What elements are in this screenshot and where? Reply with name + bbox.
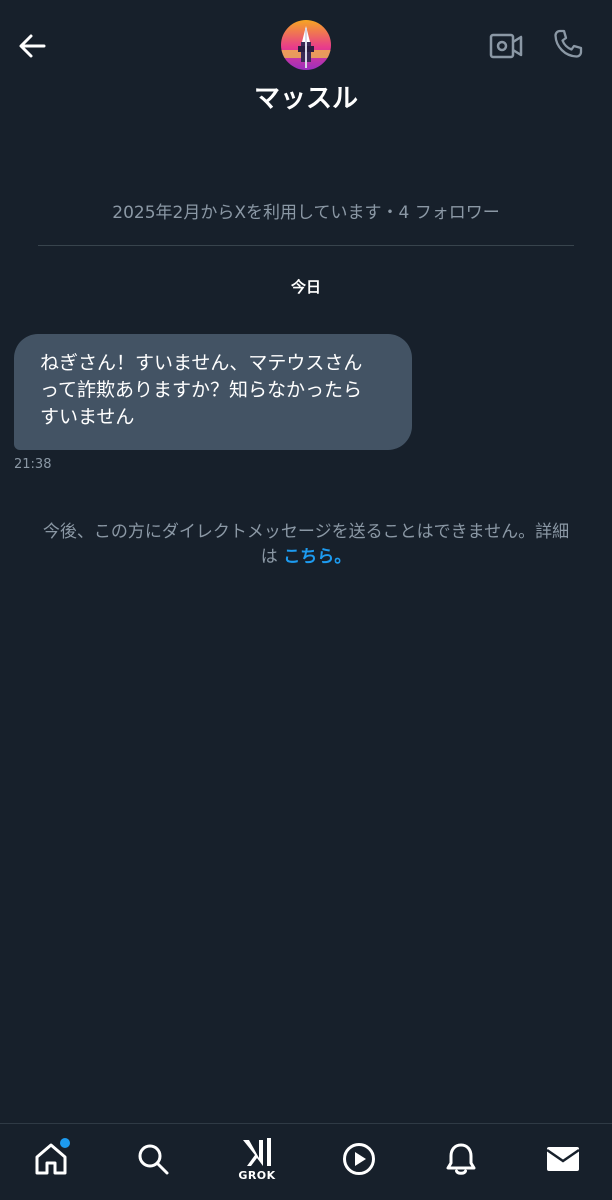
notice-text: 今後、この方にダイレクトメッセージを送ることはできません。詳細: [42, 522, 570, 542]
message-text-line: ねぎさん！すいません、マテウスさん: [40, 352, 363, 374]
message-text-line: すいません: [40, 406, 135, 428]
video-call-icon: [489, 33, 523, 59]
bottom-navigation: GROK: [0, 1123, 612, 1200]
nav-grok[interactable]: GROK: [232, 1134, 282, 1184]
mail-icon: [546, 1147, 580, 1171]
bell-icon: [446, 1143, 476, 1175]
message-bubble[interactable]: ねぎさん！すいません、マテウスさん って詐欺ありますか？知らなかったら すいませ…: [14, 334, 412, 450]
voice-call-button[interactable]: [550, 26, 586, 62]
avatar[interactable]: [281, 20, 331, 70]
dm-restriction-notice: 今後、この方にダイレクトメッセージを送ることはできません。詳細 は こちら。: [6, 520, 606, 570]
divider: [38, 245, 574, 246]
play-icon: [343, 1143, 375, 1175]
phone-icon: [554, 29, 583, 58]
nav-home[interactable]: [26, 1134, 76, 1184]
learn-more-link[interactable]: こちら。: [283, 547, 351, 567]
nav-video[interactable]: [334, 1134, 384, 1184]
message-timestamp: 21:38: [14, 457, 52, 472]
profile-info: 2025年2月からXを利用しています・4 フォロワー: [112, 203, 500, 223]
video-call-button[interactable]: [488, 28, 524, 64]
nav-messages[interactable]: [538, 1134, 588, 1184]
notice-prefix: は: [260, 547, 278, 567]
nav-search[interactable]: [128, 1134, 178, 1184]
notification-dot: [60, 1138, 70, 1148]
notice-line-2: は こちら。: [6, 545, 606, 570]
search-icon: [138, 1144, 169, 1175]
date-separator: 今日: [290, 278, 321, 296]
conversation-title: マッスル: [253, 84, 358, 114]
grok-label: GROK: [238, 1169, 276, 1182]
arrow-left-icon: [19, 34, 46, 58]
conversation-header: マッスル: [0, 0, 612, 130]
nav-notifications[interactable]: [436, 1134, 486, 1184]
message-text-line: って詐欺ありますか？知らなかったら: [40, 379, 363, 401]
back-button[interactable]: [14, 28, 50, 64]
grok-icon: [243, 1138, 271, 1166]
